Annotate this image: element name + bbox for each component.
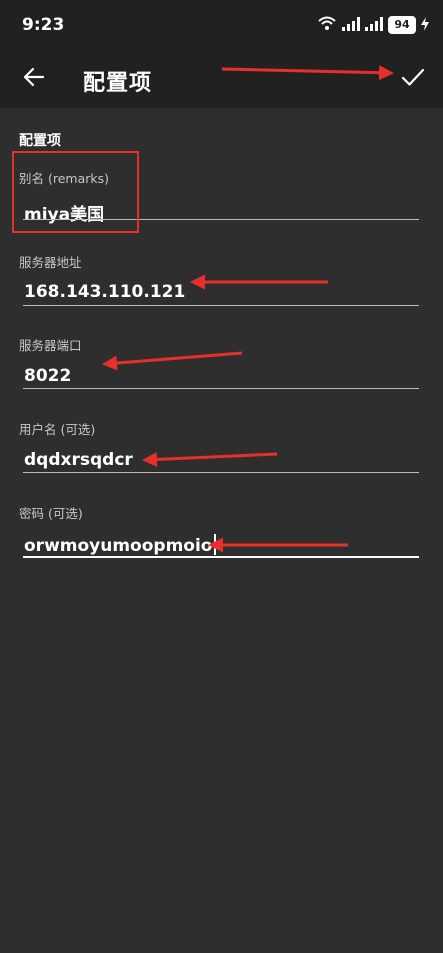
field-underline [23, 388, 419, 389]
password-value: orwmoyumoopmoio [24, 536, 213, 556]
field-label: 服务器地址 [19, 255, 82, 270]
server-address-field[interactable]: 服务器地址 168.143.110.121 [19, 252, 419, 312]
signal-icon [365, 16, 383, 35]
system-icons: 94 [317, 15, 429, 35]
text-caret [213, 534, 216, 555]
back-button[interactable] [18, 63, 50, 95]
password-input[interactable]: orwmoyumoopmoio [24, 534, 216, 556]
annotation-box [12, 151, 139, 233]
password-field[interactable]: 密码 (可选) orwmoyumoopmoio [19, 503, 419, 563]
wifi-icon [317, 15, 337, 35]
status-bar: 9:23 94 [0, 0, 443, 50]
arrow-left-icon [23, 67, 45, 91]
field-label: 服务器端口 [19, 338, 82, 353]
check-icon [401, 67, 425, 91]
field-label: 密码 (可选) [19, 506, 83, 521]
server-port-field[interactable]: 服务器端口 8022 [19, 335, 419, 395]
username-field[interactable]: 用户名 (可选) dqdxrsqdcr [19, 419, 419, 479]
charging-icon [421, 16, 429, 35]
battery-icon: 94 [388, 16, 416, 34]
status-time: 9:23 [22, 15, 65, 35]
toolbar: 配置项 [0, 50, 443, 108]
field-underline [23, 305, 419, 306]
section-header: 配置项 [19, 133, 61, 149]
field-underline [23, 472, 419, 473]
username-input[interactable]: dqdxrsqdcr [24, 450, 133, 470]
field-label: 用户名 (可选) [19, 422, 96, 437]
signal-icon [342, 16, 360, 35]
confirm-button[interactable] [397, 63, 429, 95]
page-title: 配置项 [83, 71, 153, 96]
server-address-input[interactable]: 168.143.110.121 [24, 282, 185, 302]
server-port-input[interactable]: 8022 [24, 366, 71, 386]
field-underline [23, 556, 419, 558]
